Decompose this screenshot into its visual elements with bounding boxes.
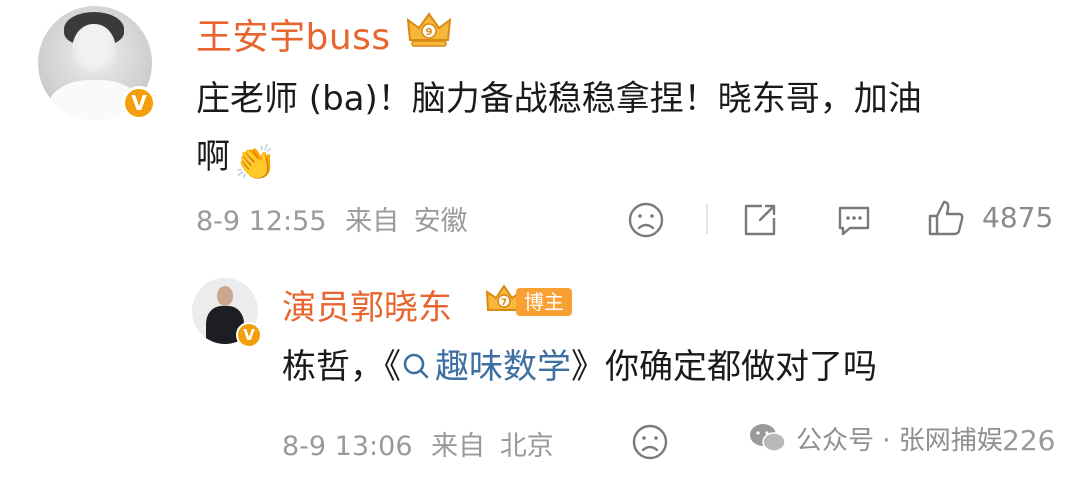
share-icon[interactable] [740, 200, 780, 240]
reply-source-prefix: 来自 [431, 431, 486, 462]
svg-text:7: 7 [501, 298, 507, 308]
reply-username[interactable]: 演员郭晓东 [282, 280, 452, 329]
comment-timestamp: 8-9 12:55 [196, 206, 327, 237]
topic-link-label: 趣味数学 [435, 347, 571, 387]
reply-text-before: 栋哲，《 [282, 347, 401, 387]
wechat-logo-icon [750, 424, 786, 452]
verified-badge-icon: V [122, 86, 156, 120]
reply-timestamp: 8-9 13:06 [282, 431, 413, 462]
comment-source-prefix: 来自 [345, 206, 400, 237]
comment-source-location: 安徽 [413, 206, 468, 237]
sad-face-icon[interactable] [626, 200, 666, 240]
sad-face-icon[interactable] [630, 422, 670, 462]
reply-source-location: 北京 [499, 431, 554, 462]
like-count: 4875 [982, 201, 1054, 234]
reply-like-count: 226 [1002, 424, 1056, 457]
comment-meta: 8-9 12:55 来自 安徽 [196, 199, 468, 238]
clapping-hands-icon: 👏 [234, 143, 277, 183]
verified-badge-icon: V [236, 322, 262, 348]
reply-meta: 8-9 13:06 来自 北京 [282, 424, 554, 463]
reply-body: 栋哲，《 趣味数学》你确定都做对了吗 [282, 340, 877, 394]
vip-crown-icon: 9 [406, 12, 452, 47]
author-tag: 博主 [516, 288, 572, 316]
like-thumb-icon[interactable] [926, 198, 966, 238]
reply-text-after: 》你确定都做对了吗 [571, 347, 877, 387]
divider [706, 204, 708, 234]
comment-card: V 王安宇buss 9 庄老师 (ba)！脑力备战稳稳拿捏！晓东哥，加油 啊 👏 … [0, 0, 1080, 260]
comment-text-line: 庄老师 (ba)！脑力备战稳稳拿捏！晓东哥，加油 [196, 79, 922, 119]
search-icon [403, 353, 429, 379]
watermark-text: 公众号 · 张网捕娱 [796, 426, 1003, 456]
comment-username[interactable]: 王安宇buss [196, 8, 391, 60]
comment-text-line: 啊 👏 [196, 128, 1056, 192]
comment-body: 庄老师 (ba)！脑力备战稳稳拿捏！晓东哥，加油 啊 👏 [196, 70, 1056, 192]
comment-icon[interactable] [834, 200, 874, 240]
svg-text:9: 9 [426, 27, 433, 38]
topic-link[interactable]: 趣味数学 [401, 347, 571, 387]
